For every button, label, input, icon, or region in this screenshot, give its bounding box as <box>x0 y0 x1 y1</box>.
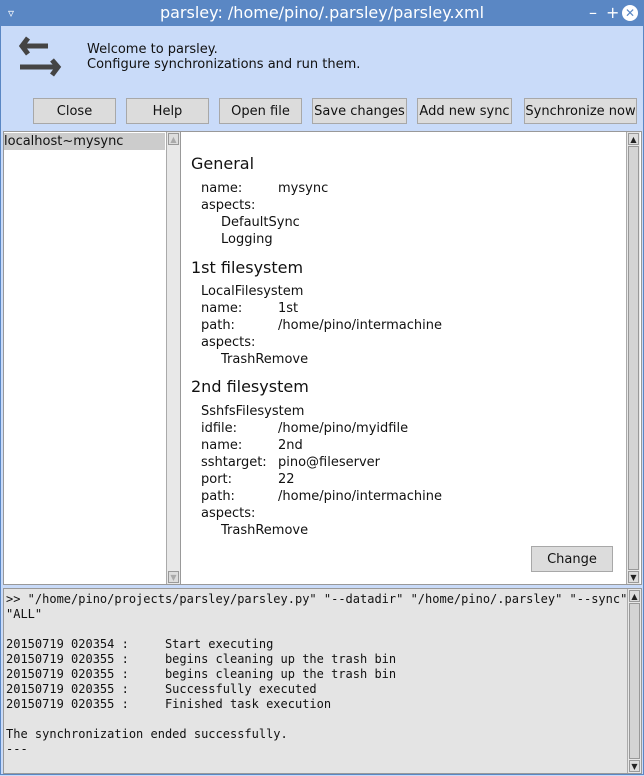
general-heading: General <box>191 154 254 173</box>
value: Logging <box>221 232 273 247</box>
save-changes-button[interactable]: Save changes <box>312 98 407 124</box>
log-output: >> "/home/pino/projects/parsley/parsley.… <box>3 588 642 774</box>
scroll-down-icon[interactable]: ▼ <box>629 760 640 772</box>
change-button[interactable]: Change <box>531 546 613 572</box>
window-menu-icon[interactable]: ▿ <box>8 0 14 26</box>
label: name: <box>201 438 242 453</box>
label: path: <box>201 489 235 504</box>
label: idfile: <box>201 421 237 436</box>
add-new-sync-button[interactable]: Add new sync <box>417 98 512 124</box>
close-icon[interactable]: ✕ <box>622 5 638 21</box>
value: 2nd <box>278 438 303 453</box>
label: aspects: <box>201 198 255 213</box>
value: LocalFilesystem <box>201 284 303 299</box>
welcome-subtext: Configure synchronizations and run them. <box>87 57 360 72</box>
title-bar: ▿ parsley: /home/pino/.parsley/parsley.x… <box>0 0 644 26</box>
scroll-thumb[interactable] <box>629 603 640 759</box>
log-scrollbar[interactable]: ▲ ▼ <box>627 589 641 773</box>
label: aspects: <box>201 506 255 521</box>
synchronize-now-button[interactable]: Synchronize now <box>524 98 637 124</box>
value: DefaultSync <box>221 215 300 230</box>
list-item[interactable]: localhost~mysync <box>4 133 165 150</box>
scroll-up-icon[interactable]: ▲ <box>628 133 639 145</box>
label: path: <box>201 318 235 333</box>
scroll-down-icon[interactable]: ▼ <box>628 571 639 583</box>
value: /home/pino/intermachine <box>278 318 442 333</box>
scroll-thumb[interactable] <box>628 146 639 570</box>
window-title: parsley: /home/pino/.parsley/parsley.xml <box>160 3 484 22</box>
welcome-text: Welcome to parsley. <box>87 42 218 57</box>
value: 1st <box>278 301 298 316</box>
value: SshfsFilesystem <box>201 404 304 419</box>
open-file-button[interactable]: Open file <box>219 98 302 124</box>
log-text: >> "/home/pino/projects/parsley/parsley.… <box>6 592 627 757</box>
minimize-icon[interactable]: – <box>589 0 597 26</box>
scroll-up-icon[interactable]: ▲ <box>168 133 179 145</box>
label: sshtarget: <box>201 455 267 470</box>
label: name: <box>201 181 242 196</box>
details-pane: General name: mysync aspects: DefaultSyn… <box>181 131 642 585</box>
fs2-heading: 2nd filesystem <box>191 377 309 396</box>
label: name: <box>201 301 242 316</box>
value: /home/pino/myidfile <box>278 421 408 436</box>
scroll-up-icon[interactable]: ▲ <box>629 590 640 602</box>
value: TrashRemove <box>221 523 308 538</box>
value: TrashRemove <box>221 352 308 367</box>
label: aspects: <box>201 335 255 350</box>
fs1-heading: 1st filesystem <box>191 258 303 277</box>
value: 22 <box>278 472 295 487</box>
scroll-down-icon[interactable]: ▼ <box>168 571 179 583</box>
details-scrollbar[interactable]: ▲ ▼ <box>626 132 640 584</box>
help-button[interactable]: Help <box>126 98 209 124</box>
close-button[interactable]: Close <box>33 98 116 124</box>
maximize-icon[interactable]: + <box>606 0 619 26</box>
label: port: <box>201 472 232 487</box>
sync-list: localhost~mysync ▲ ▼ <box>3 131 181 585</box>
value: mysync <box>278 181 328 196</box>
sync-arrows-icon <box>18 34 62 80</box>
list-scrollbar[interactable]: ▲ ▼ <box>166 132 180 584</box>
value: pino@fileserver <box>278 455 380 470</box>
value: /home/pino/intermachine <box>278 489 442 504</box>
